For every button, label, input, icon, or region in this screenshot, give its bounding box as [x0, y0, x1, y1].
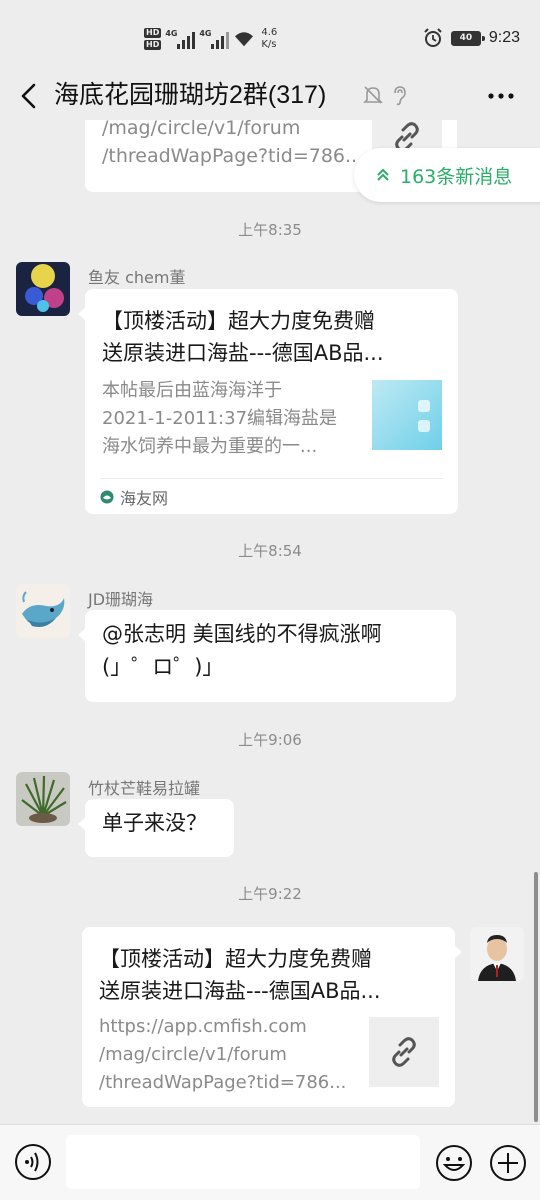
sender-name: 竹杖芒鞋易拉罐 [88, 779, 201, 798]
link-title-line: 送原装进口海盐---德国AB品... [99, 979, 381, 1003]
message-timestamp: 上午9:22 [238, 885, 302, 903]
hd-label: HD [144, 40, 162, 50]
link-desc-line: 本帖最后由蓝海海洋于 [102, 380, 282, 401]
link-desc-line: /mag/circle/v1/forum [99, 1044, 287, 1065]
link-desc-line: 2021-1-2011:37编辑海盐是 [102, 408, 338, 429]
signal-icon: 4G [165, 29, 196, 49]
message-line: @张志明 美国线的不得疯涨啊 [102, 622, 382, 646]
earpiece-icon [394, 86, 406, 106]
more-functions-plus-icon[interactable] [488, 1143, 528, 1183]
text-message[interactable]: @张志明 美国线的不得疯涨啊 (」゜ロ゜)」 [78, 610, 456, 702]
link-desc-line: https://app.cmfish.com [99, 1016, 307, 1037]
avatar[interactable] [16, 262, 70, 316]
speed-value: 4.6 [261, 27, 278, 38]
more-icon[interactable] [486, 82, 516, 110]
battery-icon: 40 [450, 30, 485, 46]
signal-icon: 4G [199, 29, 230, 49]
status-bar: HD HD 4G 4G 4.6 K/s 40 9:23 [0, 0, 540, 78]
avatar[interactable] [16, 772, 70, 826]
bubble-tail [78, 307, 86, 321]
link-source-name: 海友网 [120, 488, 169, 508]
status-right: 40 9:23 [423, 28, 520, 48]
link-title: 【顶楼活动】超大力度免费赠 送原装进口海盐---德国AB品... [99, 943, 441, 1007]
network-label: 4G [165, 29, 178, 38]
link-message-card[interactable]: 【顶楼活动】超大力度免费赠 送原装进口海盐---德国AB品... 本帖最后由蓝海… [78, 289, 458, 514]
link-desc-line: /threadWapPage?tid=786... [102, 145, 364, 167]
bubble-tail [78, 628, 86, 642]
chat-header: 海底花园珊瑚坊2群(317) [0, 78, 540, 114]
network-label: 4G [199, 29, 212, 38]
message-input[interactable] [66, 1135, 420, 1189]
link-thumbnail [369, 1017, 439, 1087]
avatar[interactable] [16, 584, 70, 638]
voice-input-icon[interactable] [14, 1143, 52, 1181]
link-description: /mag/circle/v1/forum /threadWapPage?tid=… [102, 120, 372, 170]
message-line: 单子来没？ [102, 811, 207, 835]
link-title-line: 【顶楼活动】超大力度免费赠 [99, 947, 372, 971]
link-title-line: 送原装进口海盐---德国AB品... [102, 341, 384, 365]
text-message[interactable]: 单子来没？ [78, 799, 234, 857]
sender-name: JD珊瑚海 [88, 590, 154, 609]
back-icon[interactable] [14, 80, 44, 112]
hd-voice-icon: HD HD [144, 28, 162, 50]
link-desc-line: /threadWapPage?tid=786... [99, 1072, 347, 1093]
input-bar [0, 1124, 540, 1200]
message-text: 单子来没？ [85, 799, 234, 848]
link-desc-line: 海水饲养中最为重要的一... [102, 436, 318, 457]
message-timestamp: 上午9:06 [238, 731, 302, 749]
chat-title: 海底花园珊瑚坊2群(317) [54, 81, 327, 109]
mute-bell-icon [363, 86, 383, 104]
message-text: @张志明 美国线的不得疯涨啊 (」゜ロ゜)」 [85, 610, 456, 692]
link-icon [392, 1037, 416, 1067]
new-messages-button[interactable]: 163条新消息 [354, 148, 540, 202]
link-source: 海友网 [100, 478, 443, 514]
double-chevron-up-icon [377, 168, 389, 181]
message-timestamp: 上午8:35 [238, 221, 302, 239]
message-timestamp: 上午8:54 [238, 542, 302, 560]
site-logo-icon [100, 490, 114, 503]
scrollbar[interactable] [534, 872, 538, 1122]
clock: 9:23 [488, 29, 520, 46]
emoji-icon[interactable] [434, 1143, 474, 1183]
link-title-line: 【顶楼活动】超大力度免费赠 [102, 309, 375, 333]
link-message-card[interactable]: 【顶楼活动】超大力度免费赠 送原装进口海盐---德国AB品... https:/… [82, 927, 462, 1107]
link-thumbnail [372, 380, 442, 450]
wifi-icon [235, 32, 254, 47]
network-speed: 4.6 K/s [261, 27, 277, 51]
my-avatar[interactable] [470, 927, 524, 981]
new-messages-label: 163条新消息 [400, 165, 513, 188]
message-line: (」゜ロ゜)」 [102, 655, 224, 679]
speed-unit: K/s [261, 39, 277, 50]
alarm-icon [424, 28, 442, 47]
link-description: 本帖最后由蓝海海洋于 2021-1-2011:37编辑海盐是 海水饲养中最为重要… [102, 377, 364, 461]
bubble-tail [78, 817, 86, 831]
hd-label: HD [144, 28, 162, 38]
link-description: https://app.cmfish.com /mag/circle/v1/fo… [99, 1013, 361, 1097]
link-title: 【顶楼活动】超大力度免费赠 送原装进口海盐---德国AB品... [102, 305, 444, 369]
bubble-tail [454, 945, 462, 959]
sender-name: 鱼友 chem董 [88, 268, 186, 287]
link-desc-line: /mag/circle/v1/forum [102, 120, 301, 139]
status-icons: HD HD 4G 4G 4.6 K/s [144, 24, 277, 54]
message-list[interactable]: /mag/circle/v1/forum /threadWapPage?tid=… [0, 120, 540, 1124]
